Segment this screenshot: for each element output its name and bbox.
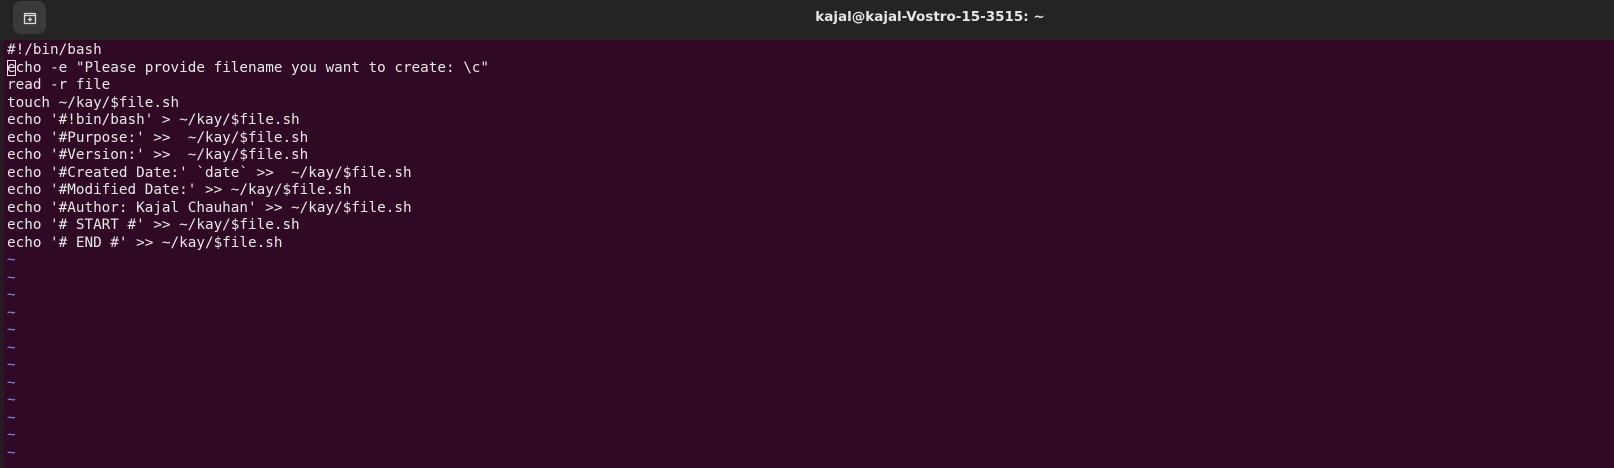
empty-line-tilde: ~ <box>7 409 16 426</box>
empty-line-tilde: ~ <box>7 392 16 408</box>
empty-line-tilde: ~ <box>7 269 16 286</box>
code-line: echo '# START #' >> ~/kay/$file.sh <box>7 217 300 233</box>
text-cursor: e <box>7 59 16 76</box>
code-line: echo '#Modified Date:' >> ~/kay/$file.sh <box>7 182 352 198</box>
code-line: echo '# END #' >> ~/kay/$file.sh <box>7 234 283 251</box>
new-tab-icon <box>23 12 36 24</box>
code-line: echo '#Version:' >> ~/kay/$file.sh <box>7 147 309 163</box>
empty-line-tilde: ~ <box>7 357 16 373</box>
code-line: touch ~/kay/$file.sh <box>7 94 180 111</box>
code-line-cursor: echo -e "Please provide filename you wan… <box>7 59 1607 78</box>
new-tab-button[interactable] <box>13 1 46 34</box>
empty-line-tilde: ~ <box>7 287 16 303</box>
code-line: #!/bin/bash <box>7 42 102 58</box>
code-line: echo '#Author: Kajal Chauhan' >> ~/kay/$… <box>7 199 412 216</box>
code-line-text: cho -e "Please provide filename you want… <box>15 59 490 76</box>
titlebar: kajal@kajal-Vostro-15-3515: ~ <box>0 0 1614 40</box>
code-line: read -r file <box>7 77 111 93</box>
empty-line-tilde: ~ <box>7 252 16 268</box>
code-line: echo '#Created Date:' `date` >> ~/kay/$f… <box>7 164 412 181</box>
empty-line-tilde: ~ <box>7 339 16 356</box>
empty-line-tilde: ~ <box>7 322 16 338</box>
empty-line-tilde: ~ <box>7 374 16 391</box>
window-left-edge <box>0 40 4 468</box>
terminal-window: kajal@kajal-Vostro-15-3515: ~ #!/bin/bas… <box>0 0 1614 468</box>
code-line: echo '#Purpose:' >> ~/kay/$file.sh <box>7 129 309 146</box>
empty-line-tilde: ~ <box>7 444 16 461</box>
code-line: echo '#!bin/bash' > ~/kay/$file.sh <box>7 112 300 128</box>
terminal-editor[interactable]: #!/bin/bash echo -e "Please provide file… <box>7 42 1607 468</box>
empty-line-tilde: ~ <box>7 304 16 321</box>
window-title: kajal@kajal-Vostro-15-3515: ~ <box>815 9 1045 25</box>
empty-line-tilde: ~ <box>7 427 16 443</box>
